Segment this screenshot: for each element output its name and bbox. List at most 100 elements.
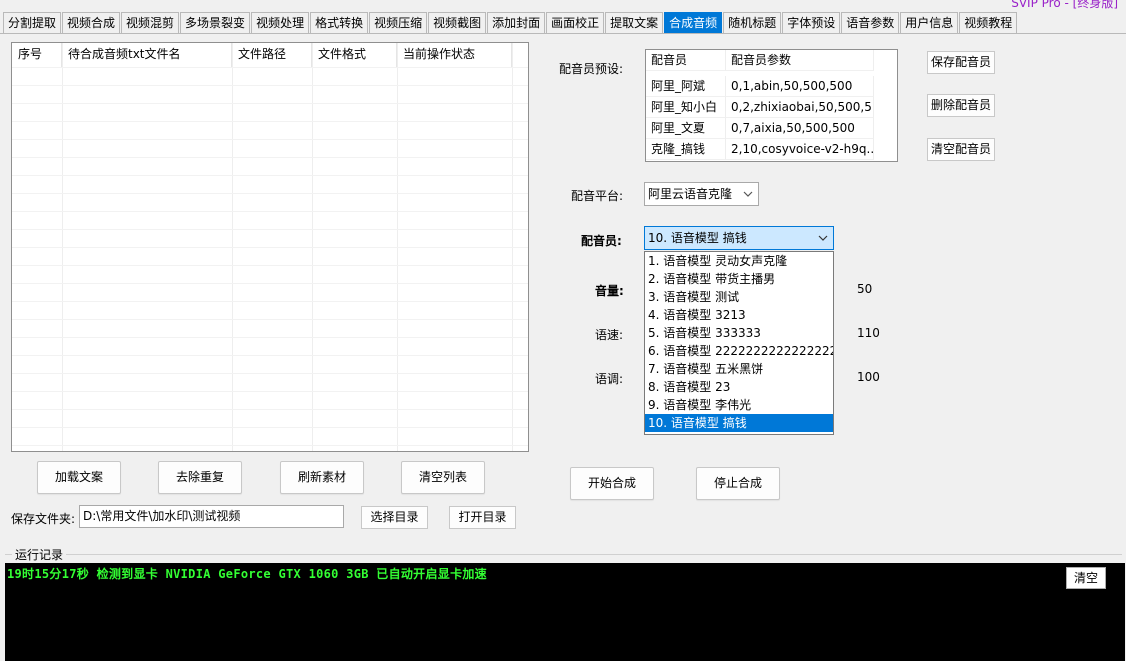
save-folder-input[interactable]: D:\常用文件\加水印\测试视频 bbox=[79, 505, 344, 528]
grid-line bbox=[12, 175, 528, 176]
delete-voice-button[interactable]: 删除配音员 bbox=[927, 94, 995, 117]
grid-line bbox=[12, 355, 528, 356]
grid-line bbox=[12, 157, 528, 158]
pitch-value: 100 bbox=[857, 370, 880, 384]
preset-row[interactable]: 克隆_搞钱 2,10,cosyvoice-v2-h9q... bbox=[646, 139, 874, 160]
dedupe-button[interactable]: 去除重复 bbox=[158, 461, 242, 494]
preset-params: 0,2,zhixiaobai,50,500,5... bbox=[726, 97, 874, 118]
grid-line bbox=[12, 103, 528, 104]
column-header-index[interactable]: 序号 bbox=[12, 43, 62, 67]
tab-item[interactable]: 视频混剪 bbox=[121, 12, 180, 34]
preset-header-name[interactable]: 配音员 bbox=[646, 50, 726, 71]
tab-item[interactable]: 视频处理 bbox=[251, 12, 310, 34]
preset-header-params[interactable]: 配音员参数 bbox=[726, 50, 874, 71]
voice-option[interactable]: 9. 语音模型 李伟光 bbox=[645, 396, 833, 414]
preset-name: 阿里_阿斌 bbox=[646, 76, 726, 97]
log-title: 运行记录 bbox=[12, 546, 67, 563]
grid-line bbox=[12, 85, 528, 86]
voice-option[interactable]: 4. 语音模型 3213 bbox=[645, 306, 833, 324]
grid-line bbox=[12, 265, 528, 266]
platform-value: 阿里云语音克隆 bbox=[648, 187, 733, 201]
grid-line bbox=[12, 283, 528, 284]
grid-line bbox=[12, 409, 528, 410]
voice-option[interactable]: 8. 语音模型 23 bbox=[645, 378, 833, 396]
grid-line bbox=[12, 319, 528, 320]
grid-line bbox=[12, 139, 528, 140]
save-folder-label: 保存文件夹: bbox=[11, 512, 76, 526]
grid-line bbox=[12, 391, 528, 392]
voice-option[interactable]: 7. 语音模型 五米黑饼 bbox=[645, 360, 833, 378]
tab-item[interactable]: 格式转换 bbox=[310, 12, 369, 34]
refresh-button[interactable]: 刷新素材 bbox=[280, 461, 364, 494]
preset-table-header: 配音员 配音员参数 bbox=[646, 50, 874, 71]
file-list[interactable]: 序号 待合成音频txt文件名 文件路径 文件格式 当前操作状态 bbox=[11, 42, 529, 452]
preset-row[interactable]: 阿里_文夏 0,7,aixia,50,500,500 bbox=[646, 118, 874, 139]
voice-select[interactable]: 10. 语音模型 搞钱 bbox=[644, 226, 834, 250]
tab-item[interactable]: 随机标题 bbox=[723, 12, 782, 34]
preset-name: 阿里_知小白 bbox=[646, 97, 726, 118]
log-group-border bbox=[5, 554, 1122, 555]
voice-dropdown[interactable]: 1. 语音模型 灵动女声克隆 2. 语音模型 带货主播男 3. 语音模型 测试 4. … bbox=[644, 251, 834, 435]
file-list-header: 序号 待合成音频txt文件名 文件路径 文件格式 当前操作状态 bbox=[12, 43, 512, 67]
grid-line bbox=[12, 427, 528, 428]
voice-option[interactable]: 10. 语音模型 搞钱 bbox=[645, 414, 833, 432]
column-header-filename[interactable]: 待合成音频txt文件名 bbox=[62, 43, 232, 67]
tab-item[interactable]: 字体预设 bbox=[782, 12, 841, 34]
tab-item[interactable]: 添加封面 bbox=[487, 12, 546, 34]
grid-line bbox=[12, 193, 528, 194]
column-header-format[interactable]: 文件格式 bbox=[312, 43, 397, 67]
load-text-button[interactable]: 加载文案 bbox=[37, 461, 121, 494]
voice-option[interactable]: 3. 语音模型 测试 bbox=[645, 288, 833, 306]
stop-button[interactable]: 停止合成 bbox=[696, 467, 780, 500]
voice-value: 10. 语音模型 搞钱 bbox=[648, 231, 747, 245]
clear-voices-button[interactable]: 清空配音员 bbox=[927, 138, 995, 161]
column-header-status[interactable]: 当前操作状态 bbox=[397, 43, 512, 67]
preset-row[interactable]: 阿里_知小白 0,2,zhixiaobai,50,500,5... bbox=[646, 97, 874, 118]
preset-table[interactable]: 配音员 配音员参数 阿里_阿斌 0,1,abin,50,500,500 阿里_知… bbox=[645, 49, 898, 162]
voice-option[interactable]: 2. 语音模型 带货主播男 bbox=[645, 270, 833, 288]
preset-params: 0,1,abin,50,500,500 bbox=[726, 76, 874, 97]
version-label: SVIP Pro - [终身版] bbox=[1011, 0, 1118, 10]
tab-item[interactable]: 视频合成 bbox=[62, 12, 121, 34]
grid-line bbox=[12, 373, 528, 374]
clear-log-button[interactable]: 清空 bbox=[1066, 567, 1106, 589]
log-area[interactable]: 19时15分17秒 检测到显卡 NVIDIA GeForce GTX 1060 … bbox=[5, 563, 1125, 661]
grid-line bbox=[12, 247, 528, 248]
chevron-down-icon bbox=[818, 235, 828, 241]
tab-item[interactable]: 视频压缩 bbox=[369, 12, 428, 34]
clear-list-button[interactable]: 清空列表 bbox=[401, 461, 485, 494]
tab-divider bbox=[0, 33, 1126, 34]
speed-value: 110 bbox=[857, 326, 880, 340]
preset-name: 克隆_搞钱 bbox=[646, 139, 726, 160]
voice-option[interactable]: 5. 语音模型 333333 bbox=[645, 324, 833, 342]
tab-item[interactable]: 提取文案 bbox=[605, 12, 664, 34]
tab-item[interactable]: 合成音频 bbox=[664, 12, 723, 34]
open-dir-button[interactable]: 打开目录 bbox=[449, 506, 516, 529]
tab-item[interactable]: 语音参数 bbox=[841, 12, 900, 34]
column-header-path[interactable]: 文件路径 bbox=[232, 43, 312, 67]
grid-line bbox=[12, 211, 528, 212]
choose-dir-button[interactable]: 选择目录 bbox=[361, 506, 428, 529]
grid-line bbox=[12, 337, 528, 338]
platform-label: 配音平台: bbox=[571, 189, 624, 203]
tab-bar: 分割提取 视频合成 视频混剪 多场景裂变 视频处理 格式转换 视频压缩 视频截图 添加封面 画面校… bbox=[3, 12, 1018, 34]
grid-line bbox=[12, 67, 528, 68]
preset-row[interactable]: 阿里_阿斌 0,1,abin,50,500,500 bbox=[646, 76, 874, 97]
tab-item[interactable]: 画面校正 bbox=[546, 12, 605, 34]
tab-item[interactable]: 用户信息 bbox=[900, 12, 959, 34]
voice-option[interactable]: 1. 语音模型 灵动女声克隆 bbox=[645, 252, 833, 270]
tab-item[interactable]: 多场景裂变 bbox=[180, 12, 251, 34]
save-voice-button[interactable]: 保存配音员 bbox=[927, 51, 995, 74]
voice-option[interactable]: 6. 语音模型 22222222222222222 bbox=[645, 342, 833, 360]
start-button[interactable]: 开始合成 bbox=[570, 467, 654, 500]
pitch-label: 语调: bbox=[595, 372, 624, 386]
tab-item[interactable]: 分割提取 bbox=[3, 12, 62, 34]
speed-label: 语速: bbox=[595, 328, 624, 342]
voice-label: 配音员: bbox=[581, 234, 622, 248]
volume-label: 音量: bbox=[595, 284, 624, 298]
chevron-down-icon bbox=[743, 191, 753, 197]
platform-select[interactable]: 阿里云语音克隆 bbox=[644, 182, 759, 206]
tab-item[interactable]: 视频教程 bbox=[959, 12, 1018, 34]
grid-line bbox=[12, 301, 528, 302]
tab-item[interactable]: 视频截图 bbox=[428, 12, 487, 34]
